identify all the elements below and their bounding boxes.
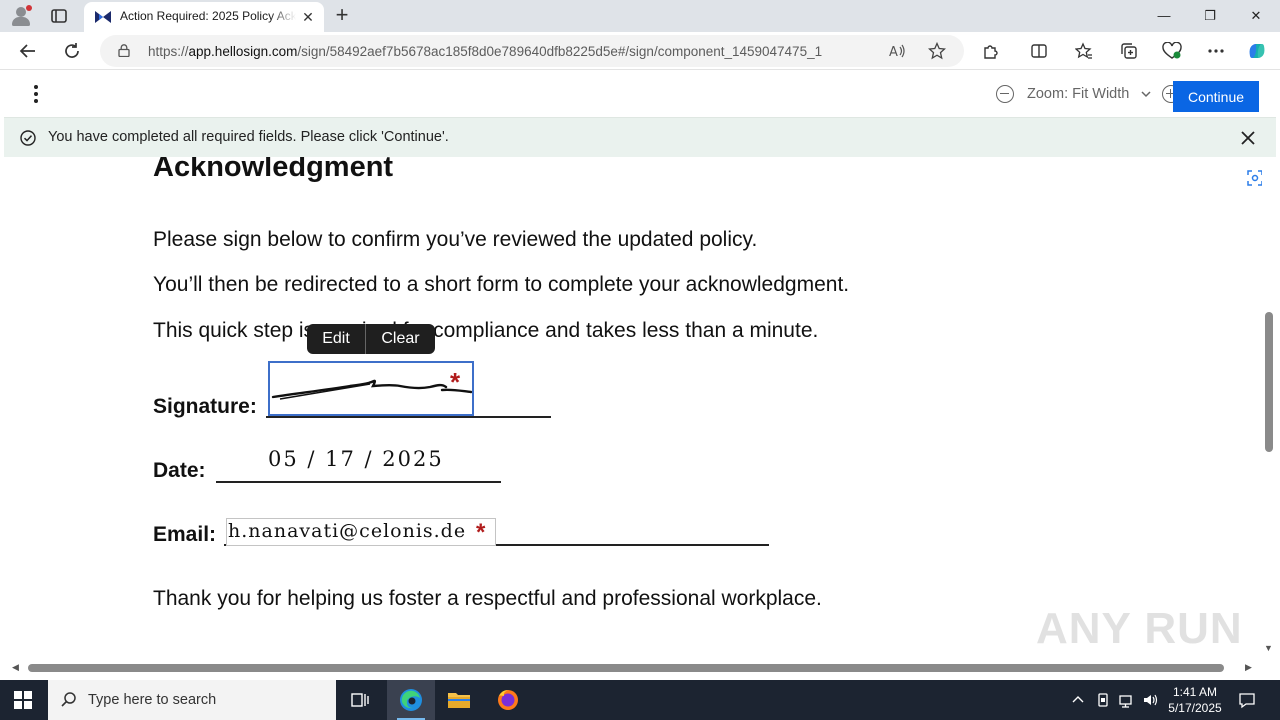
refresh-icon[interactable] bbox=[61, 40, 83, 62]
task-view-icon[interactable] bbox=[336, 680, 384, 720]
email-field[interactable]: h.nanavati@celonis.de * bbox=[226, 518, 496, 546]
tab-title: Action Required: 2025 Policy Acknowledgm… bbox=[120, 9, 296, 23]
scan-icon[interactable] bbox=[1244, 167, 1262, 189]
address-bar[interactable]: https://app.hellosign.com/sign/58492aef7… bbox=[100, 35, 964, 67]
closing-paragraph: Thank you for helping us foster a respec… bbox=[153, 587, 822, 610]
email-label: Email: bbox=[153, 523, 217, 546]
edge-taskbar-icon[interactable] bbox=[387, 680, 435, 720]
paragraph-3: This quick step is required for complian… bbox=[153, 319, 819, 342]
check-circle-icon bbox=[20, 130, 36, 146]
network-icon[interactable] bbox=[1118, 692, 1134, 708]
new-tab-icon[interactable]: + bbox=[330, 4, 354, 28]
horizontal-scrollbar[interactable]: ◀ ▶ bbox=[4, 661, 1262, 675]
scroll-down-arrow-icon[interactable]: ▼ bbox=[1264, 643, 1273, 653]
signature-label: Signature: bbox=[153, 395, 257, 418]
back-icon[interactable] bbox=[17, 40, 39, 62]
horizontal-scroll-thumb[interactable] bbox=[28, 664, 1224, 672]
close-window-button[interactable]: ✕ bbox=[1233, 0, 1279, 32]
edit-signature-button[interactable]: Edit bbox=[307, 324, 366, 354]
file-explorer-icon[interactable] bbox=[435, 680, 483, 720]
zoom-select[interactable]: Zoom: Fit Width bbox=[1027, 86, 1129, 102]
date-field[interactable]: 05 / 17 / 2025 bbox=[268, 447, 444, 471]
read-aloud-icon[interactable]: A bbox=[886, 40, 908, 62]
show-hidden-icons-icon[interactable] bbox=[1070, 692, 1086, 708]
url-path: /sign/58492aef7b5678ac185f8d0e789640dfb8… bbox=[297, 44, 823, 59]
date-label: Date: bbox=[153, 459, 206, 482]
taskbar-clock[interactable]: 1:41 AM 5/17/2025 bbox=[1160, 684, 1230, 716]
paragraph-1: Please sign below to confirm you’ve revi… bbox=[153, 228, 758, 251]
favorites-icon[interactable] bbox=[1073, 40, 1095, 62]
taskbar-search-box[interactable]: Type here to search bbox=[48, 680, 336, 720]
minimize-window-button[interactable]: — bbox=[1141, 0, 1187, 32]
vertical-scroll-thumb[interactable] bbox=[1265, 312, 1273, 452]
search-placeholder: Type here to search bbox=[88, 692, 217, 708]
chevron-down-icon[interactable] bbox=[1140, 87, 1152, 99]
search-icon bbox=[60, 691, 78, 709]
browser-tab-strip: Action Required: 2025 Policy Acknowledgm… bbox=[0, 0, 1280, 32]
document-page: Acknowledgment Please sign below to conf… bbox=[4, 157, 1262, 661]
signature-required-marker: * bbox=[450, 367, 461, 397]
paragraph-2: You’ll then be redirected to a short for… bbox=[153, 273, 850, 296]
vertical-scrollbar[interactable]: ▼ bbox=[1262, 157, 1276, 661]
clear-signature-button[interactable]: Clear bbox=[366, 324, 435, 354]
restore-window-button[interactable]: ❐ bbox=[1187, 0, 1233, 32]
email-required-marker: * bbox=[476, 519, 486, 546]
firefox-icon[interactable] bbox=[484, 680, 532, 720]
profile-avatar-icon[interactable] bbox=[10, 5, 32, 27]
url-domain: app.hellosign.com bbox=[188, 44, 298, 59]
collections-icon[interactable] bbox=[1118, 40, 1140, 62]
banner-message: You have completed all required fields. … bbox=[48, 129, 449, 145]
signer-toolbar: Zoom: Fit Width Continue bbox=[4, 71, 1276, 117]
favorite-star-icon[interactable] bbox=[926, 40, 948, 62]
active-tab[interactable]: Action Required: 2025 Policy Acknowledgm… bbox=[84, 2, 324, 32]
svg-text:A: A bbox=[889, 45, 898, 59]
hellosign-favicon-icon bbox=[94, 9, 112, 25]
close-banner-icon[interactable] bbox=[1240, 130, 1256, 146]
notification-center-icon[interactable] bbox=[1238, 691, 1256, 709]
signature-popover: Edit Clear bbox=[307, 324, 435, 354]
anyrun-watermark: ANY RUN bbox=[1036, 604, 1243, 653]
signature-drawing bbox=[271, 379, 473, 400]
more-options-icon[interactable] bbox=[30, 85, 42, 105]
close-tab-icon[interactable]: ✕ bbox=[300, 9, 316, 25]
copilot-icon[interactable] bbox=[1246, 40, 1268, 62]
scroll-left-arrow-icon[interactable]: ◀ bbox=[12, 662, 19, 673]
clock-date: 5/17/2025 bbox=[1168, 701, 1222, 715]
split-screen-icon[interactable] bbox=[1028, 40, 1050, 62]
settings-more-icon[interactable] bbox=[1205, 40, 1227, 62]
device-icon[interactable] bbox=[1095, 692, 1111, 708]
tab-actions-icon[interactable] bbox=[50, 7, 68, 25]
windows-taskbar: Type here to search 1:41 AM 5/17/2025 bbox=[0, 680, 1280, 720]
completion-banner: You have completed all required fields. … bbox=[4, 117, 1276, 157]
extensions-icon[interactable] bbox=[980, 40, 1002, 62]
date-underline bbox=[216, 481, 501, 483]
document-title: Acknowledgment bbox=[153, 157, 394, 183]
windows-start-icon[interactable] bbox=[14, 691, 32, 709]
browser-essentials-icon[interactable] bbox=[1161, 40, 1183, 62]
url-prefix: https:// bbox=[148, 44, 189, 59]
continue-button[interactable]: Continue bbox=[1173, 81, 1259, 112]
clock-time: 1:41 AM bbox=[1172, 685, 1218, 699]
signature-field[interactable]: * bbox=[268, 361, 474, 416]
browser-navbar: https://app.hellosign.com/sign/58492aef7… bbox=[0, 32, 1280, 70]
url-text[interactable]: https://app.hellosign.com/sign/58492aef7… bbox=[148, 44, 868, 59]
lock-icon[interactable] bbox=[118, 44, 130, 58]
scroll-right-arrow-icon[interactable]: ▶ bbox=[1245, 662, 1252, 673]
volume-icon[interactable] bbox=[1142, 692, 1158, 708]
email-value: h.nanavati@celonis.de bbox=[228, 520, 467, 542]
zoom-out-icon[interactable] bbox=[996, 85, 1014, 103]
